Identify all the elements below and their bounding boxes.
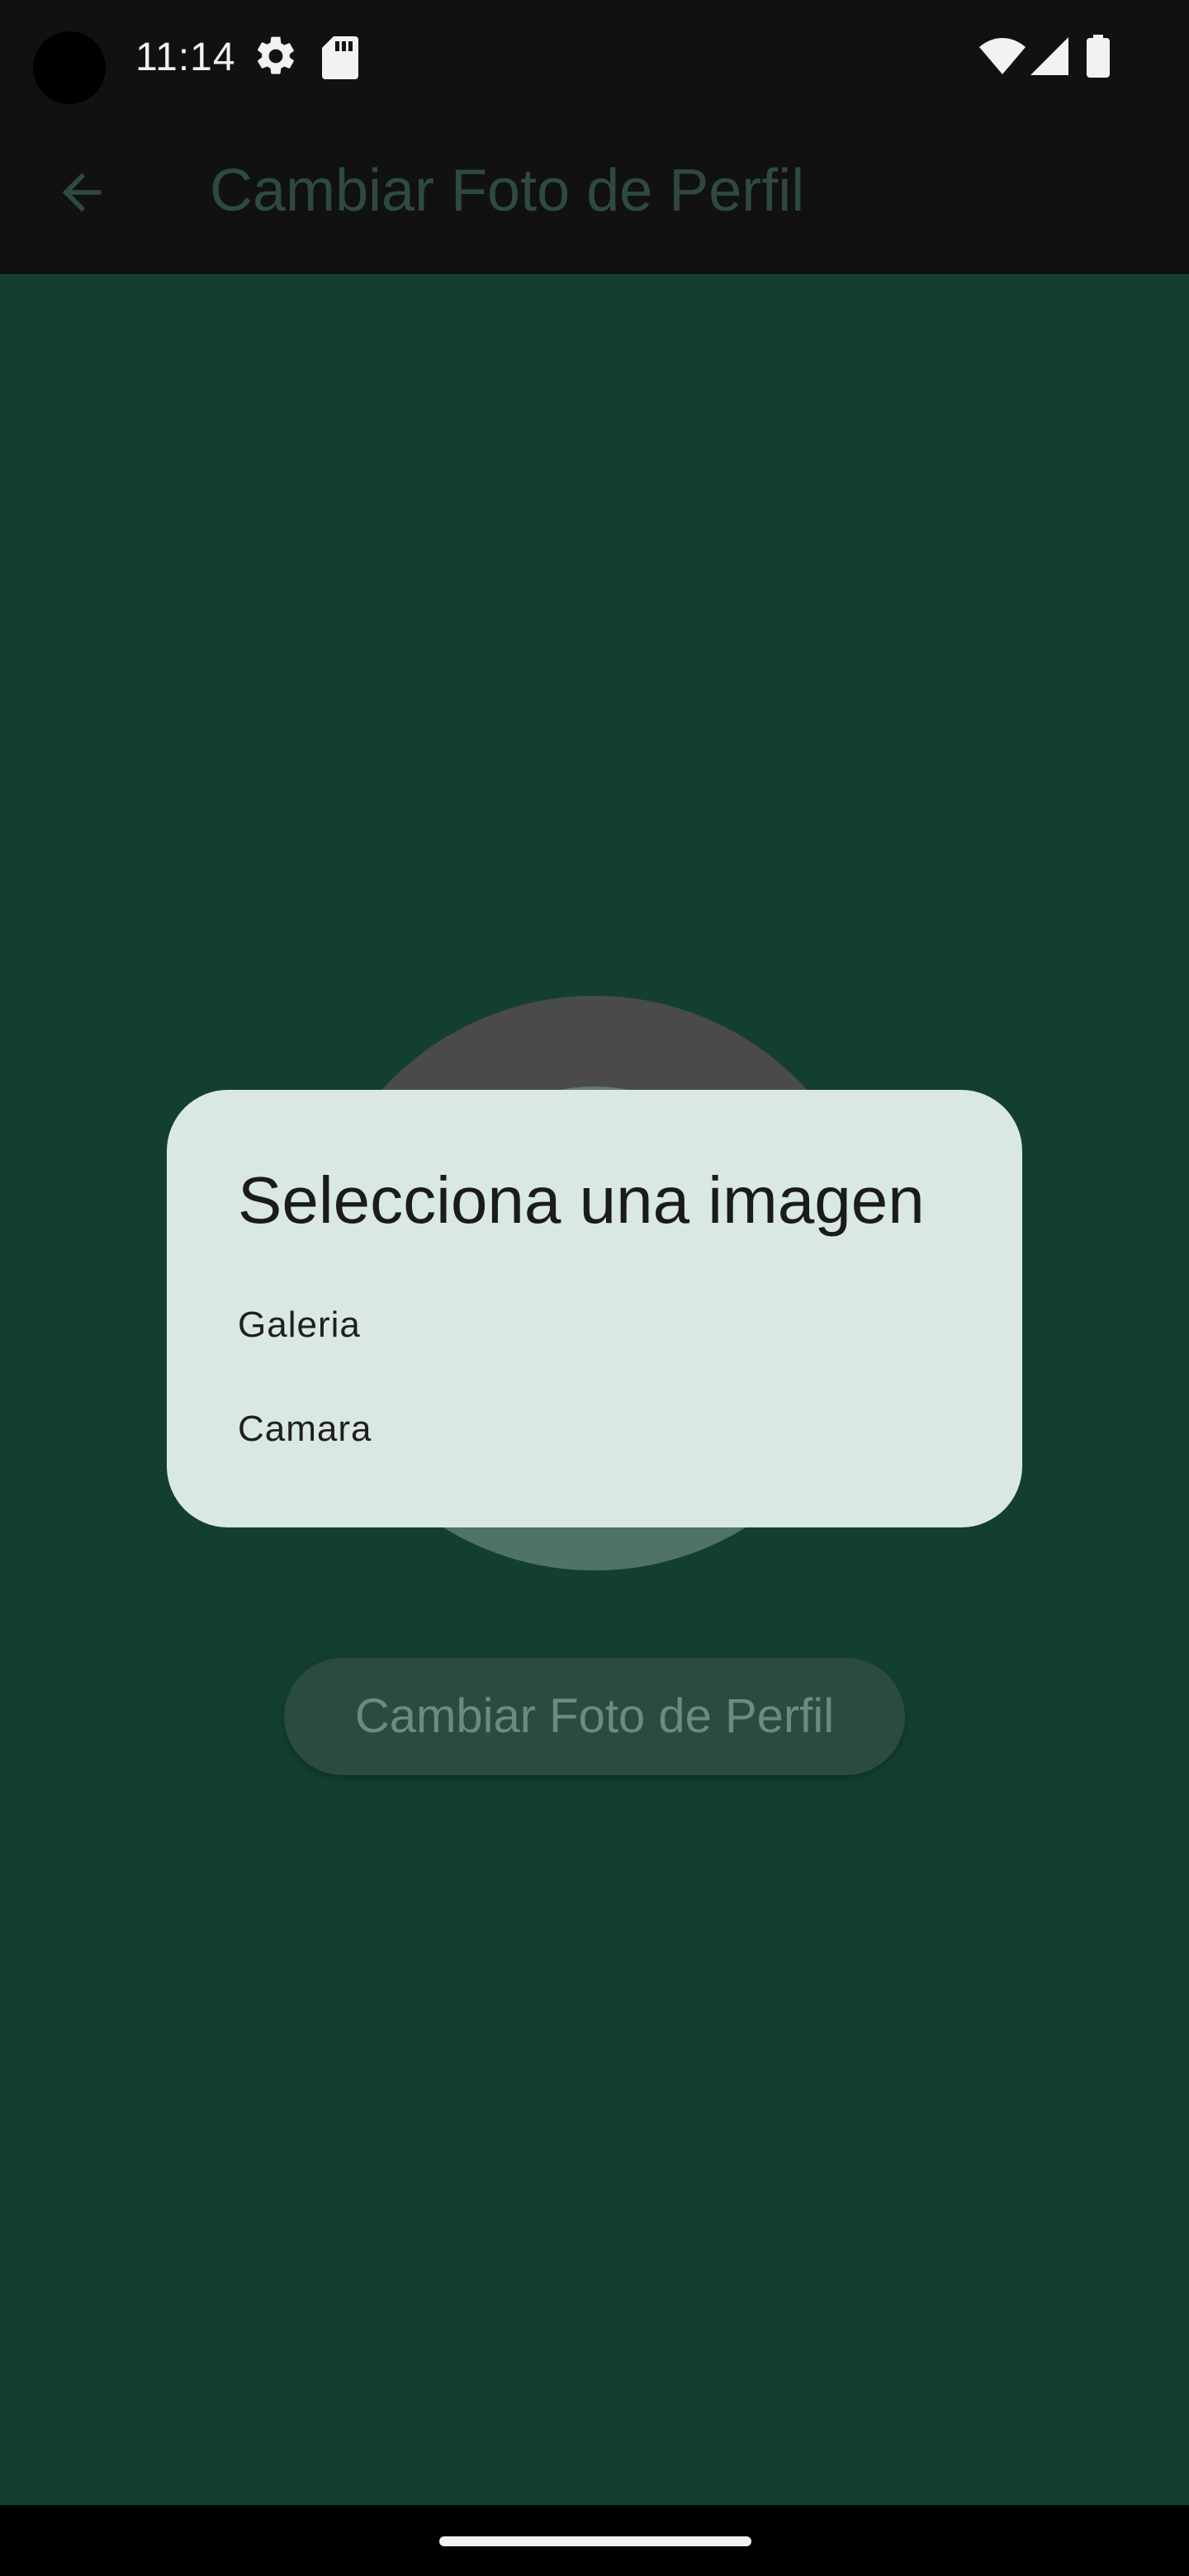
arrow-back-icon[interactable] bbox=[53, 163, 111, 221]
select-image-dialog: Selecciona una imagen Galeria Camara bbox=[167, 1090, 1022, 1527]
wifi-icon bbox=[979, 38, 1026, 74]
sd-card-icon bbox=[322, 36, 358, 79]
home-gesture-handle[interactable] bbox=[439, 2536, 751, 2546]
settings-gear-icon bbox=[258, 36, 294, 74]
dialog-option-camera[interactable]: Camara bbox=[238, 1409, 372, 1450]
page-title: Cambiar Foto de Perfil bbox=[210, 158, 805, 224]
change-photo-button[interactable]: Cambiar Foto de Perfil bbox=[284, 1658, 905, 1775]
cell-signal-icon bbox=[1030, 37, 1068, 75]
dialog-title: Selecciona una imagen bbox=[238, 1163, 925, 1237]
battery-icon bbox=[1087, 35, 1110, 78]
camera-cutout bbox=[33, 31, 106, 104]
dialog-option-gallery[interactable]: Galeria bbox=[238, 1305, 361, 1346]
status-time: 11:14 bbox=[135, 36, 236, 79]
